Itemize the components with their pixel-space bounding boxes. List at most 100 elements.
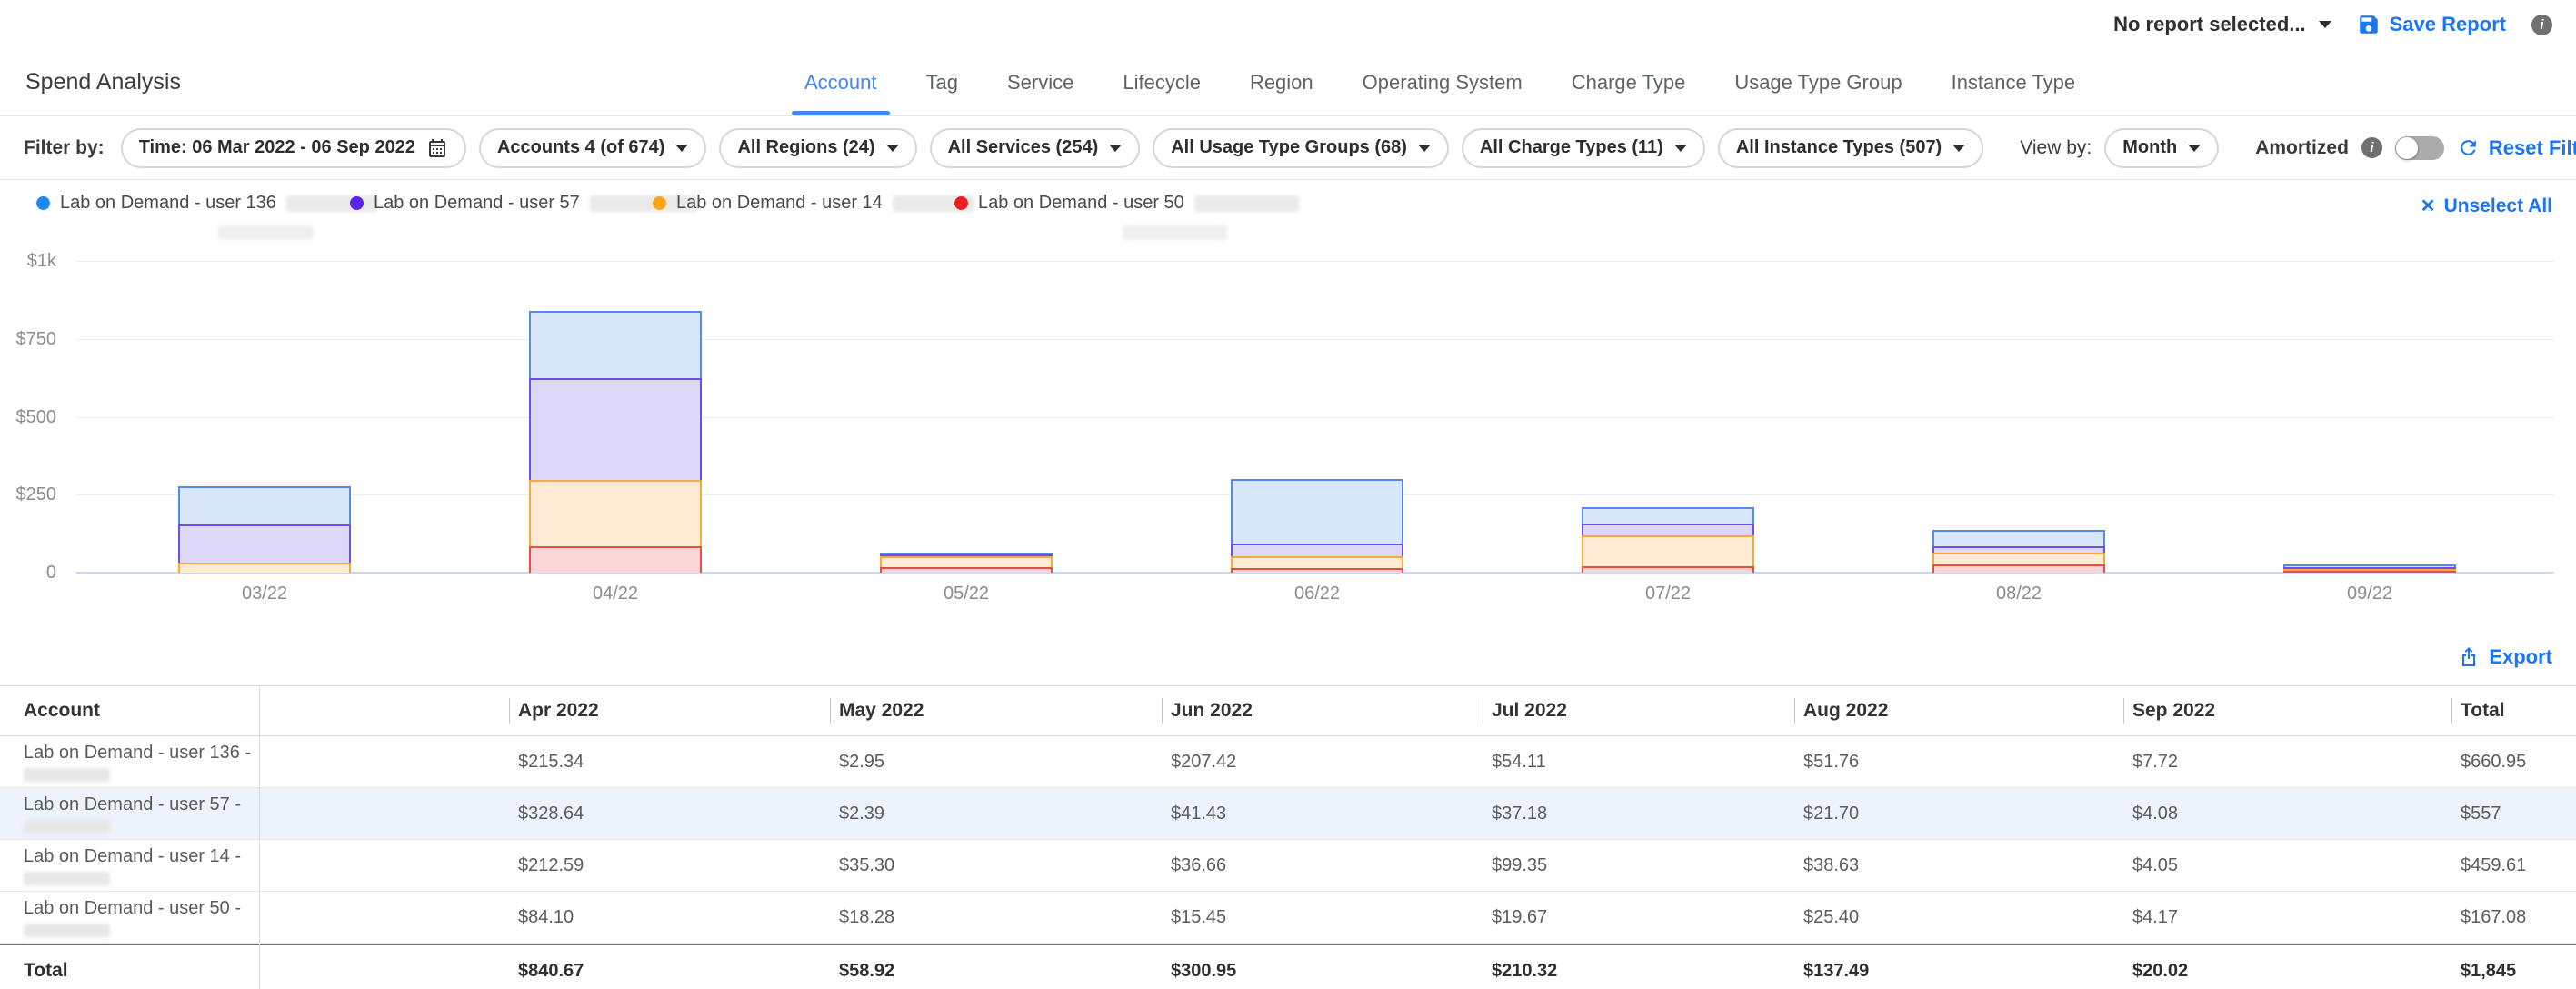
bar-07-22[interactable] (1582, 507, 1754, 573)
value-cell: $328.64 (509, 788, 830, 839)
value-cell: $215.34 (509, 736, 830, 787)
redacted-text (24, 768, 110, 782)
total-value-cell: $210.32 (1483, 945, 1794, 989)
value-cell: $167.08 (2451, 892, 2576, 943)
filter-time-dropdown[interactable]: Time: 06 Mar 2022 - 06 Sep 2022 (121, 128, 466, 168)
bar-segment-lab-on-demand-user-136[interactable] (1932, 530, 2105, 546)
bar-03-22[interactable] (178, 486, 351, 573)
x-axis-label: 03/22 (210, 584, 319, 604)
tab-bar: Account Tag Service Lifecycle Region Operatin… (804, 49, 2075, 115)
bar-segment-lab-on-demand-user-136[interactable] (1582, 507, 1754, 524)
x-axis-label: 04/22 (561, 584, 670, 604)
bar-segment-lab-on-demand-user-57[interactable] (529, 378, 702, 481)
bar-segment-lab-on-demand-user-136[interactable] (1231, 479, 1403, 544)
account-cell: Lab on Demand - user 136 - (0, 736, 259, 787)
tab-lifecycle[interactable]: Lifecycle (1123, 49, 1201, 115)
report-selector-label: No report selected... (2113, 13, 2306, 36)
bar-segment-lab-on-demand-user-14[interactable] (1582, 535, 1754, 566)
value-cell: $7.72 (2123, 736, 2451, 787)
table-row-lab-on-demand-user-136: Lab on Demand - user 136 -$215.34$2.95$2… (0, 736, 2576, 788)
value-cell: $660.95 (2451, 736, 2576, 787)
bar-segment-lab-on-demand-user-57[interactable] (178, 524, 351, 563)
total-value-cell: $300.95 (1162, 945, 1483, 989)
tab-tag[interactable]: Tag (926, 49, 958, 115)
legend-label: Lab on Demand - user 136 (60, 193, 276, 214)
tab-region[interactable]: Region (1250, 49, 1313, 115)
value-cell: $212.59 (509, 840, 830, 891)
column-header-aug-2022[interactable]: Aug 2022 (1794, 686, 2123, 735)
bar-segment-lab-on-demand-user-57[interactable] (1582, 524, 1754, 535)
bar-segment-lab-on-demand-user-14[interactable] (880, 556, 1053, 567)
tab-service[interactable]: Service (1007, 49, 1073, 115)
bar-segment-lab-on-demand-user-50[interactable] (529, 546, 702, 573)
filter-instance-types-dropdown[interactable]: All Instance Types (507) (1718, 128, 1983, 168)
tab-operating-system[interactable]: Operating System (1363, 49, 1523, 115)
bar-segment-lab-on-demand-user-50[interactable] (880, 567, 1053, 573)
column-header-account[interactable]: Account (0, 686, 259, 735)
legend-item-lab-on-demand-user-50[interactable]: Lab on Demand - user 50 (954, 193, 1299, 214)
bar-segment-lab-on-demand-user-50[interactable] (1231, 568, 1403, 573)
legend-item-lab-on-demand-user-136[interactable]: Lab on Demand - user 136 (36, 193, 377, 214)
bar-segment-lab-on-demand-user-50[interactable] (2283, 571, 2456, 573)
value-cell: $25.40 (1794, 892, 2123, 943)
column-header-apr-2022[interactable]: Apr 2022 (509, 686, 830, 735)
amortized-toggle[interactable] (2395, 136, 2444, 160)
tab-usage-type-group[interactable]: Usage Type Group (1734, 49, 1902, 115)
filter-services-dropdown[interactable]: All Services (254) (930, 128, 1141, 168)
tab-instance-type[interactable]: Instance Type (1952, 49, 2076, 115)
legend-item-lab-on-demand-user-57[interactable]: Lab on Demand - user 57 (350, 193, 697, 214)
bar-segment-lab-on-demand-user-50[interactable] (1582, 566, 1754, 573)
column-header-jun-2022[interactable]: Jun 2022 (1162, 686, 1483, 735)
filter-regions-label: All Regions (24) (737, 137, 874, 158)
value-cell: $557 (2451, 788, 2576, 839)
tab-charge-type[interactable]: Charge Type (1572, 49, 1686, 115)
amortized-info-icon[interactable]: i (2361, 137, 2382, 158)
filter-charge-types-label: All Charge Types (11) (1480, 137, 1663, 158)
table-header-row: Account Apr 2022May 2022Jun 2022Jul 2022A… (0, 685, 2576, 736)
bar-09-22[interactable] (2283, 564, 2456, 573)
bar-segment-lab-on-demand-user-136[interactable] (178, 486, 351, 524)
legend-dot (350, 196, 364, 210)
bar-segment-lab-on-demand-user-50[interactable] (1932, 564, 2105, 573)
tab-account[interactable]: Account (804, 49, 877, 115)
column-header-jul-2022[interactable]: Jul 2022 (1483, 686, 1794, 735)
topbar: No report selected... Save Report i (0, 0, 2576, 49)
value-cell: $4.08 (2123, 788, 2451, 839)
info-icon[interactable]: i (2531, 15, 2552, 35)
bar-segment-lab-on-demand-user-14[interactable] (1231, 556, 1403, 568)
column-header-may-2022[interactable]: May 2022 (830, 686, 1162, 735)
filter-usage-type-groups-dropdown[interactable]: All Usage Type Groups (68) (1153, 128, 1449, 168)
account-cell: Lab on Demand - user 57 - (0, 788, 259, 839)
unselect-all-button[interactable]: ✕ Unselect All (2421, 195, 2552, 217)
unselect-all-label: Unselect All (2444, 195, 2552, 217)
value-cell: $51.76 (1794, 736, 2123, 787)
value-cell: $21.70 (1794, 788, 2123, 839)
export-button[interactable]: Export (2458, 645, 2552, 669)
bar-08-22[interactable] (1932, 530, 2105, 573)
bar-04-22[interactable] (529, 311, 702, 573)
value-cell: $2.95 (830, 736, 1162, 787)
column-header-sep-2022[interactable]: Sep 2022 (2123, 686, 2451, 735)
bar-segment-lab-on-demand-user-14[interactable] (529, 480, 702, 546)
bar-05-22[interactable] (880, 553, 1053, 573)
save-report-button[interactable]: Save Report (2357, 13, 2506, 36)
bar-segment-lab-on-demand-user-57[interactable] (1932, 546, 2105, 553)
view-by-dropdown[interactable]: Month (2104, 128, 2219, 168)
reset-filters-button[interactable]: Reset Filters (2457, 136, 2576, 160)
filter-regions-dropdown[interactable]: All Regions (24) (719, 128, 916, 168)
bar-06-22[interactable] (1231, 479, 1403, 573)
x-axis-label: 06/22 (1263, 584, 1372, 604)
bar-segment-lab-on-demand-user-57[interactable] (1231, 544, 1403, 556)
filter-accounts-dropdown[interactable]: Accounts 4 (of 674) (479, 128, 706, 168)
filter-charge-types-dropdown[interactable]: All Charge Types (11) (1462, 128, 1705, 168)
report-selector-dropdown[interactable]: No report selected... (2113, 13, 2331, 36)
export-label: Export (2489, 645, 2552, 669)
total-label: Total (0, 945, 259, 989)
legend-item-lab-on-demand-user-14[interactable]: Lab on Demand - user 14 (653, 193, 974, 214)
column-header-total[interactable]: Total (2451, 686, 2576, 735)
caret-down-icon (1109, 145, 1122, 152)
bar-segment-lab-on-demand-user-136[interactable] (529, 311, 702, 378)
value-cell: $15.45 (1162, 892, 1483, 943)
bar-segment-lab-on-demand-user-14[interactable] (178, 563, 351, 573)
bar-segment-lab-on-demand-user-14[interactable] (1932, 553, 2105, 564)
